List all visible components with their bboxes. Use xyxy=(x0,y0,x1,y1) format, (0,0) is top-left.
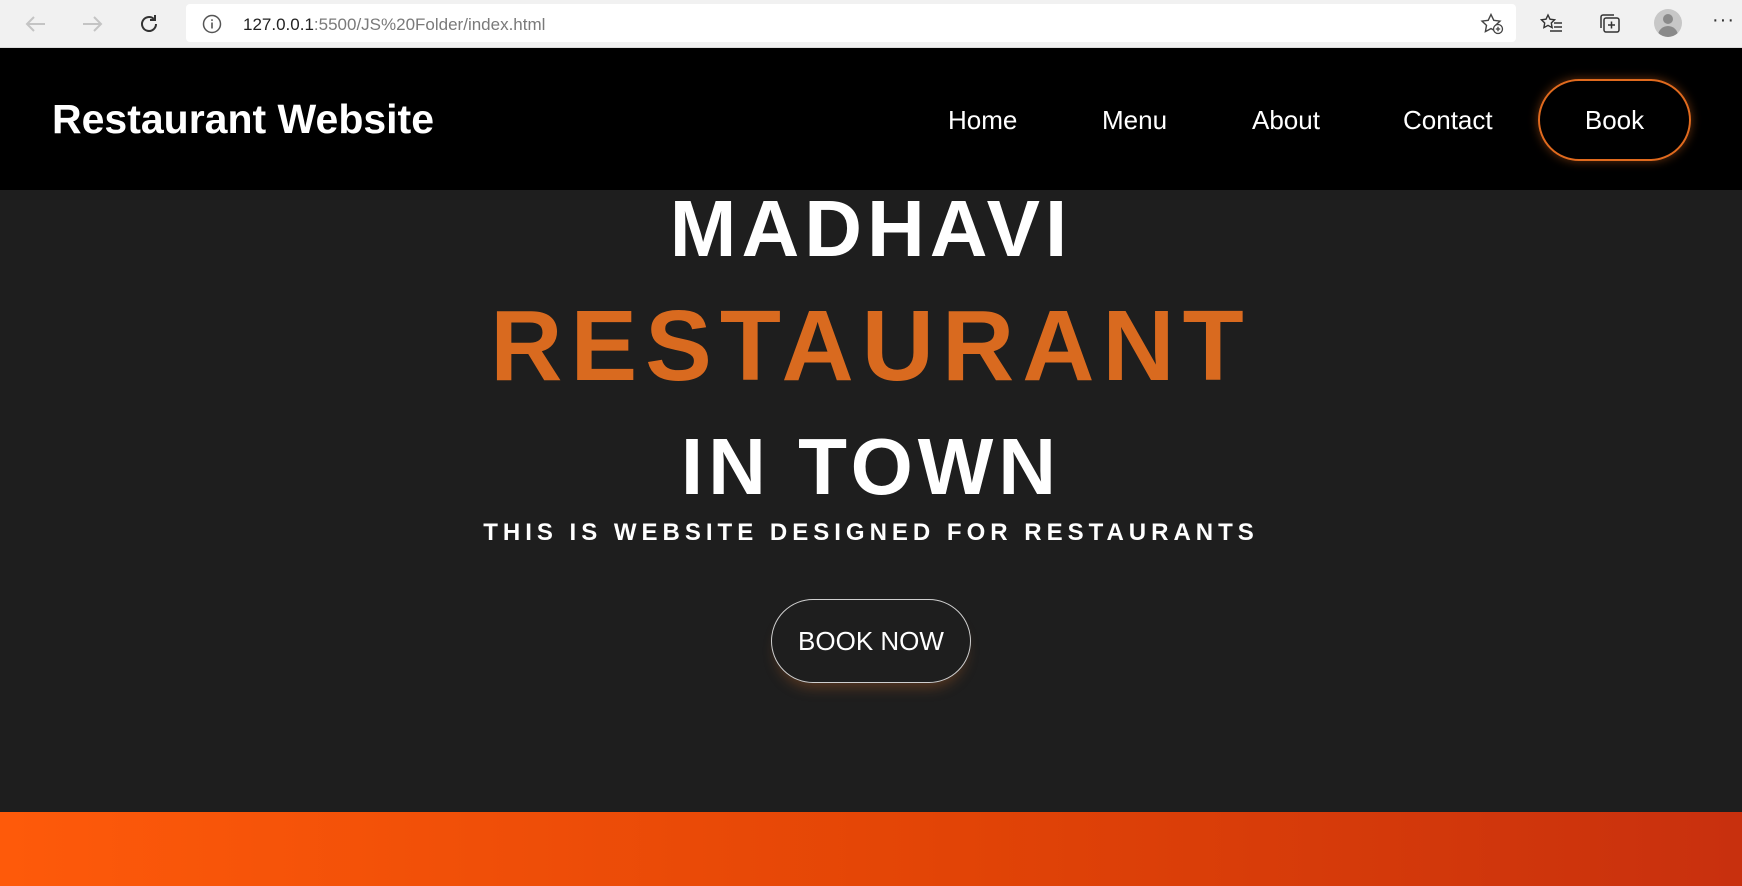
hero-title-line-3: IN TOWN xyxy=(680,422,1062,511)
nav-about[interactable]: About xyxy=(1252,105,1320,136)
nav-contact[interactable]: Contact xyxy=(1403,105,1493,136)
more-options-icon[interactable]: ··· xyxy=(1712,10,1735,30)
book-button[interactable]: Book xyxy=(1538,79,1691,161)
avatar-head xyxy=(1663,14,1673,24)
url-host: 127.0.0.1 xyxy=(243,15,314,34)
profile-avatar-icon[interactable] xyxy=(1654,9,1682,37)
hero-title-line-2: RESTAURANT xyxy=(490,290,1252,402)
nav-home[interactable]: Home xyxy=(948,105,1017,136)
book-now-button[interactable]: BOOK NOW xyxy=(771,599,971,683)
url-path: :5500/JS%20Folder/index.html xyxy=(313,15,546,34)
hero-title-line-1: MADHAVI xyxy=(669,184,1073,273)
favorites-list-icon[interactable] xyxy=(1538,10,1566,38)
url-text: 127.0.0.1:5500/JS%20Folder/index.html xyxy=(243,15,545,35)
refresh-icon[interactable] xyxy=(135,10,163,38)
forward-arrow-icon[interactable] xyxy=(78,10,106,38)
brand-title[interactable]: Restaurant Website xyxy=(52,96,434,143)
site-header: Restaurant Website Home Menu About Conta… xyxy=(0,48,1742,190)
favorite-star-add-icon[interactable] xyxy=(1480,12,1504,40)
hero-tagline: THIS IS WEBSITE DESIGNED FOR RESTAURANTS xyxy=(483,519,1259,546)
collections-icon[interactable] xyxy=(1596,10,1624,38)
info-icon[interactable] xyxy=(202,14,222,39)
avatar-body xyxy=(1658,26,1678,37)
back-arrow-icon[interactable] xyxy=(22,10,50,38)
browser-toolbar: 127.0.0.1:5500/JS%20Folder/index.html ··… xyxy=(0,0,1742,48)
orange-section-band xyxy=(0,812,1742,886)
nav-menu[interactable]: Menu xyxy=(1102,105,1167,136)
hero-section: MADHAVI RESTAURANT IN TOWN THIS IS WEBSI… xyxy=(0,184,1742,812)
address-bar[interactable]: 127.0.0.1:5500/JS%20Folder/index.html xyxy=(186,4,1516,42)
